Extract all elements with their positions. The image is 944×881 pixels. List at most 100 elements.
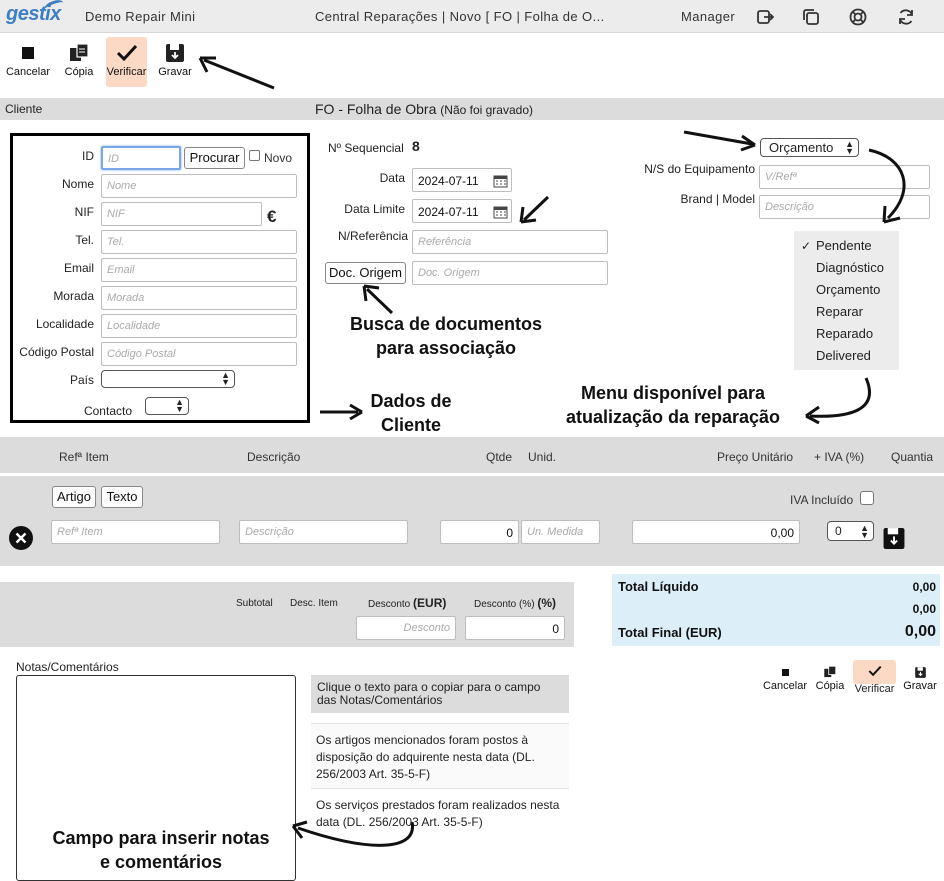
gestix-logo[interactable]: gestix — [6, 0, 66, 26]
item-discount-label: Desc. Item — [290, 598, 338, 609]
save-line-icon[interactable] — [882, 527, 906, 550]
app-name: Demo Repair Mini — [85, 9, 196, 24]
address-input[interactable]: Morada — [101, 286, 297, 310]
save-icon — [166, 44, 184, 62]
country-select[interactable]: ▲ ▼ — [101, 370, 235, 388]
sequence-value: 8 — [412, 138, 420, 154]
checkmark-icon — [116, 44, 137, 62]
contact-label: Contacto — [83, 404, 132, 418]
line-description-input[interactable]: Descrição — [239, 520, 408, 544]
stop-icon — [22, 47, 34, 59]
annotation-arrow — [198, 56, 275, 90]
postal-code-input[interactable]: Código Postal — [101, 342, 297, 366]
remove-line-icon[interactable] — [9, 526, 33, 550]
id-input[interactable]: ID — [101, 146, 181, 170]
final-total-value: 0,00 — [904, 623, 936, 640]
status-menu-item[interactable]: Reparado — [816, 326, 873, 341]
status-menu-item[interactable]: Orçamento — [816, 282, 880, 297]
col-description: Descrição — [247, 450, 301, 464]
email-input[interactable]: Email — [101, 258, 297, 282]
doc-origin-button[interactable]: Doc. Origem — [325, 262, 406, 284]
copy-icon — [824, 665, 837, 678]
new-client-checkbox[interactable] — [249, 150, 260, 161]
serial-label: N/S do Equipamento — [644, 162, 755, 176]
discount-pct-label: Desconto (%) (%) — [474, 596, 557, 610]
article-button[interactable]: Artigo — [52, 486, 96, 508]
notes-hint: Clique o texto para o copiar para o camp… — [311, 675, 569, 713]
email-label: Email — [63, 261, 94, 275]
lines-header — [0, 437, 944, 473]
status-menu-item[interactable]: Delivered — [816, 348, 871, 363]
col-amount: Quantia — [891, 450, 934, 464]
col-unit-price: Preço Unitário — [717, 450, 794, 464]
doc-origin-input[interactable]: Doc. Origem — [412, 261, 608, 285]
verify-button[interactable]: Verificar — [106, 37, 147, 87]
text-button[interactable]: Texto — [101, 486, 143, 508]
annotation-arrow — [805, 377, 871, 424]
line-unit-input[interactable]: Un. Medida — [521, 520, 600, 544]
cancel-button[interactable]: Cancelar — [4, 40, 52, 78]
discount-pct-input[interactable]: 0 — [465, 616, 565, 640]
line-vat-select[interactable]: 0 ▲ ▼ — [827, 521, 874, 541]
euro-icon[interactable]: € — [267, 207, 276, 227]
status-menu-item[interactable]: Pendente — [816, 238, 872, 253]
updown-icon: ▲ ▼ — [845, 139, 854, 156]
save-icon — [914, 666, 926, 678]
search-client-button[interactable]: Procurar — [184, 147, 245, 169]
col-qty: Qtde — [486, 450, 513, 464]
checkmark-icon — [868, 665, 881, 677]
client-section-label: Cliente — [5, 102, 43, 116]
cancel-label: Cancelar — [5, 66, 51, 78]
windows-icon[interactable] — [802, 8, 820, 26]
calendar-icon[interactable] — [493, 174, 508, 188]
notes-snippet[interactable]: Os artigos mencionados foram postos à di… — [311, 723, 569, 789]
verify-button-bottom[interactable] — [853, 660, 896, 684]
id-label: ID — [82, 149, 94, 163]
save-button[interactable]: Gravar — [156, 40, 194, 78]
tel-input[interactable]: Tel. — [101, 230, 297, 254]
nif-label: NIF — [74, 205, 94, 219]
calendar-icon[interactable] — [493, 205, 508, 219]
doc-status: (Não foi gravado) — [440, 103, 533, 117]
brand-model-label: Brand | Model — [680, 192, 756, 206]
vat-included-label: IVA Incluído — [790, 493, 854, 507]
status-menu-item[interactable]: Reparar — [816, 304, 863, 319]
name-input[interactable]: Nome — [101, 174, 297, 198]
copy-button[interactable]: Cópia — [60, 40, 98, 78]
annotation-notes-field: Campo para inserir notas e comentários — [52, 828, 270, 872]
annotation-arrow — [291, 820, 414, 847]
save-button-bottom[interactable]: Gravar — [901, 664, 939, 692]
line-price-input[interactable]: 0,00 — [632, 520, 800, 544]
line-qty-input[interactable]: 0 — [440, 520, 519, 544]
nif-input[interactable]: NIF — [101, 202, 262, 226]
city-input[interactable]: Localidade — [101, 314, 297, 338]
net-total-value: 0,00 — [912, 580, 936, 594]
line-ref-input[interactable]: Refª Item — [51, 520, 220, 544]
vat-total-value: 0,00 — [912, 602, 936, 616]
help-icon[interactable] — [849, 8, 867, 26]
stop-icon — [781, 668, 789, 676]
reference-input[interactable]: Referência — [412, 230, 608, 254]
discount-label: Desconto (EUR) — [368, 596, 447, 610]
refresh-icon[interactable] — [897, 8, 915, 26]
copy-button-bottom[interactable]: Cópia — [814, 664, 846, 692]
col-unit: Unid. — [528, 450, 557, 464]
status-menu-item[interactable]: Diagnóstico — [816, 260, 884, 275]
city-label: Localidade — [35, 317, 94, 331]
logout-icon[interactable] — [756, 8, 774, 26]
contact-select[interactable]: ▲ ▼ — [145, 397, 189, 415]
status-select[interactable]: Orçamento ▲ ▼ — [760, 138, 859, 157]
cancel-label: Cancelar — [762, 680, 808, 692]
section-bar: Cliente FO - Folha de Obra (Não foi grav… — [0, 98, 944, 120]
vat-included-checkbox[interactable] — [860, 491, 874, 505]
reference-label: N/Referência — [337, 229, 408, 243]
annotation-arrow — [683, 130, 756, 152]
final-total-label: Total Final (EUR) — [618, 625, 722, 640]
user-name[interactable]: Manager — [681, 9, 735, 24]
updown-icon: ▲ ▼ — [175, 397, 184, 414]
cancel-button-bottom[interactable]: Cancelar — [761, 664, 809, 692]
verify-label: Verificar — [106, 66, 147, 78]
window-title: Central Reparações | Novo [ FO | Folha d… — [315, 9, 605, 24]
discount-input[interactable]: Desconto — [356, 616, 456, 640]
date-label: Data — [379, 171, 405, 185]
